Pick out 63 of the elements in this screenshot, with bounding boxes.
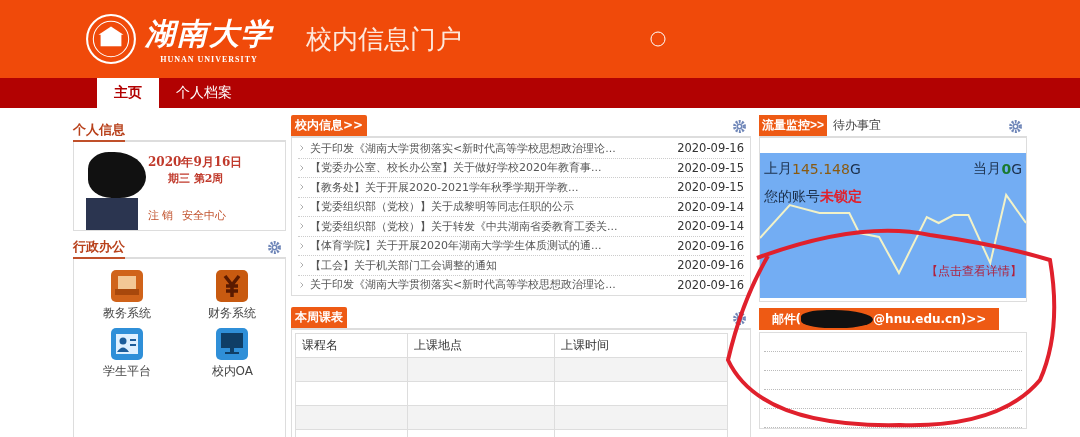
app-label[interactable]: 学生平台 (102, 363, 151, 380)
this-month-label: 当月 (973, 160, 1002, 178)
id-card-icon[interactable] (109, 327, 144, 361)
app-label[interactable]: 教务系统 (102, 305, 151, 322)
app-label[interactable]: 校内OA (211, 363, 253, 380)
news-date: 2020-09-15 (677, 180, 744, 195)
news-date: 2020-09-16 (677, 258, 744, 273)
column-header: 课程名 (295, 333, 408, 358)
news-date: 2020-09-16 (677, 277, 744, 292)
news-date: 2020-09-16 (677, 238, 744, 253)
news-date: 2020-09-14 (677, 199, 744, 214)
unit-text: G (1011, 161, 1022, 177)
settings-icon[interactable] (732, 119, 747, 134)
chevron-icon (300, 223, 304, 230)
panel-tab[interactable]: 待办事宜 (827, 115, 887, 136)
university-seal-icon (85, 13, 137, 65)
account-link[interactable]: 安全中心 (181, 208, 226, 223)
account-link[interactable]: 注 销 (148, 208, 174, 223)
chevron-icon (300, 242, 304, 249)
portal-title: 校内信息门户 (306, 22, 462, 56)
photo-placeholder (86, 198, 138, 230)
news-link[interactable]: 【党委办公室、校长办公室】关于做好学校2020年教育事... (310, 160, 678, 176)
settings-icon[interactable] (732, 311, 747, 326)
date-text: 2020年9月16日 (148, 154, 243, 171)
nav-tab[interactable]: 主页 (97, 78, 159, 108)
last-month-label: 上月 (764, 160, 792, 178)
account-status: 未锁定 (820, 188, 862, 206)
app-label[interactable]: 财务系统 (208, 305, 257, 322)
redaction-mark (88, 152, 146, 198)
last-month-value: 145.148 (792, 161, 850, 177)
mail-address: @hnu.edu.cn)>> (873, 312, 987, 326)
chevron-icon (300, 145, 304, 152)
settings-icon[interactable] (1008, 119, 1023, 134)
book-icon[interactable] (109, 269, 144, 303)
chevron-icon (300, 164, 304, 171)
news-link[interactable]: 关于印发《湖南大学贯彻落实<新时代高等学校思想政治理论... (310, 277, 678, 293)
university-logo-text: 湖南大学 (145, 15, 273, 53)
unit-text: G (849, 161, 861, 177)
account-label: 您的账号 (764, 188, 820, 206)
news-link[interactable]: 【党委组织部（党校）】关于成黎明等同志任职的公示 (310, 199, 678, 215)
column-header: 上课时间 (554, 333, 728, 358)
column-header: 上课地点 (407, 333, 555, 358)
news-link[interactable]: 【体育学院】关于开展2020年湖南大学学生体质测试的通... (310, 238, 678, 254)
yen-icon[interactable] (215, 269, 250, 303)
week-text: 期三 第2周 (168, 171, 225, 186)
university-name-english: HUNAN UNIVERSITY (160, 55, 258, 64)
news-date: 2020-09-15 (677, 160, 744, 175)
circle-mark (650, 31, 666, 47)
news-date: 2020-09-16 (677, 141, 744, 156)
settings-icon[interactable] (267, 240, 282, 255)
chevron-icon (300, 184, 304, 191)
news-link[interactable]: 【工会】关于机关部门工会调整的通知 (310, 257, 678, 273)
news-link[interactable]: 【党委组织部（党校）】关于转发《中共湖南省委教育工委关... (310, 218, 678, 234)
monitor-icon[interactable] (215, 327, 250, 361)
chevron-icon (300, 262, 304, 269)
news-link[interactable]: 【教务处】关于开展2020-2021学年秋季学期开学教... (310, 179, 678, 195)
chevron-icon (300, 203, 304, 210)
this-month-value: 0 (1001, 161, 1012, 177)
news-link[interactable]: 关于印发《湖南大学贯彻落实<新时代高等学校思想政治理论... (310, 140, 678, 156)
chevron-icon (300, 281, 304, 288)
news-date: 2020-09-14 (677, 219, 744, 234)
nav-tab[interactable]: 个人档案 (159, 78, 249, 108)
mail-label: 邮件( (771, 310, 802, 328)
